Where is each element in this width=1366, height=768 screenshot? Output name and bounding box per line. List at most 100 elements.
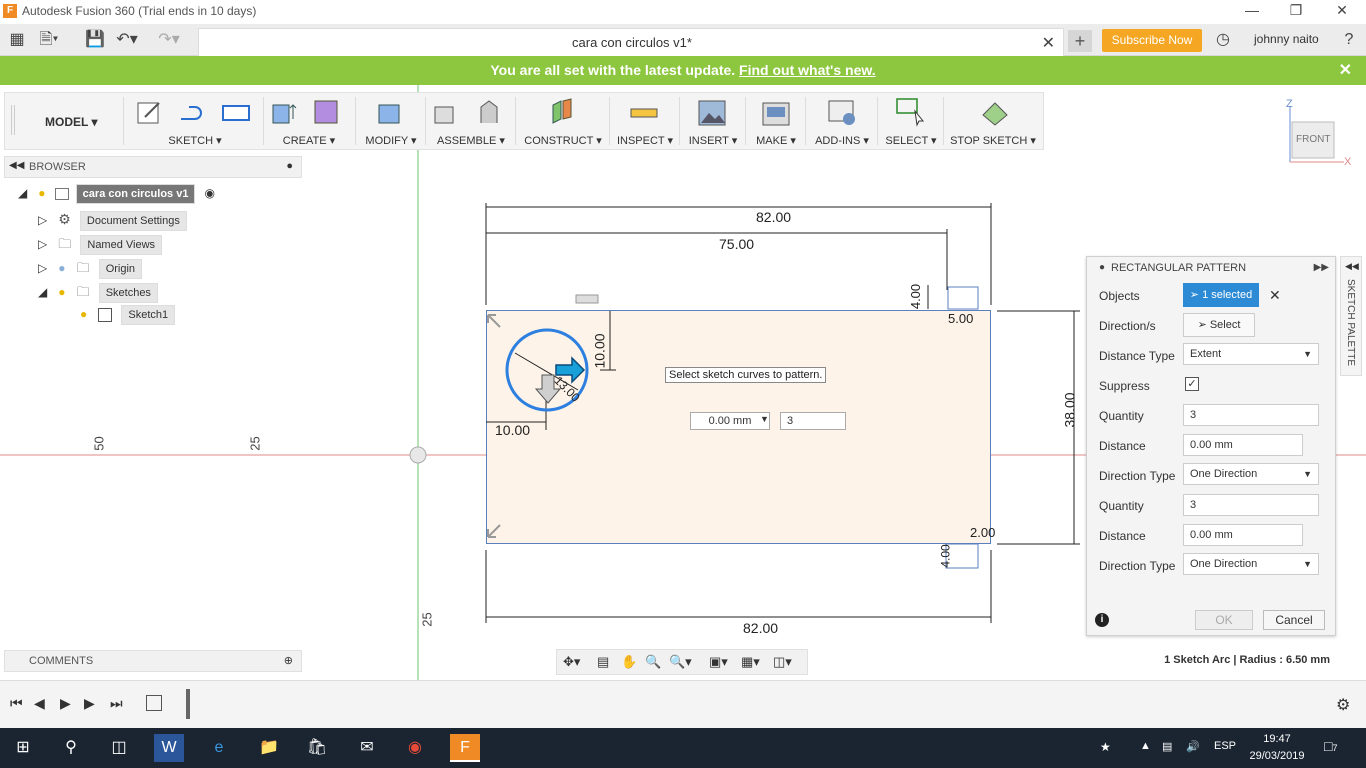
modify-group[interactable]: MODIFY ▾ <box>357 93 425 149</box>
quantity2-input[interactable]: 3 <box>1183 494 1319 516</box>
palette-expand-icon[interactable]: ◀◀ <box>1345 261 1359 272</box>
dim-right-height[interactable]: 38.00 <box>1062 392 1078 427</box>
distance2-input[interactable]: 0.00 mm <box>1183 524 1303 546</box>
inspect-group[interactable]: INSPECT ▾ <box>611 93 679 149</box>
mail-icon[interactable]: ✉ <box>352 734 382 762</box>
job-status-icon[interactable]: ◷ <box>1212 30 1234 50</box>
browser-item-named-views[interactable]: ▷ 🗀 Named Views <box>38 235 163 257</box>
close-banner-icon[interactable]: ✕ <box>1339 60 1352 80</box>
app-grid-icon[interactable]: ▦ <box>6 30 28 50</box>
sketch-palette-tab[interactable]: ◀◀ SKETCH PALETTE <box>1340 256 1362 376</box>
volume-icon[interactable]: 🔊 <box>1186 740 1200 753</box>
objects-select-button[interactable]: ➢ 1 selected <box>1183 283 1259 307</box>
collapse-browser-icon[interactable]: ◀◀ <box>9 160 24 171</box>
dim-top-inner[interactable]: 75.00 <box>719 236 754 252</box>
browser-item-label[interactable]: Origin <box>98 259 143 279</box>
browser-item-label[interactable]: Sketch1 <box>121 305 176 325</box>
quantity1-input[interactable]: 3 <box>1183 404 1319 426</box>
create-group[interactable]: CREATE ▾ <box>265 93 353 149</box>
dim-corner-top-h[interactable]: 5.00 <box>948 311 973 326</box>
browser-item-label[interactable]: Named Views <box>80 235 163 255</box>
file-explorer-icon[interactable]: 📁 <box>254 734 284 762</box>
visibility-bulb-icon[interactable]: ● <box>80 307 87 321</box>
store-icon[interactable]: 🛍 <box>302 734 332 762</box>
clock[interactable]: 19:47 29/03/2019 <box>1246 731 1308 765</box>
make-group[interactable]: MAKE ▾ <box>747 93 805 149</box>
people-icon[interactable]: ★ <box>1100 740 1111 754</box>
tray-expand-icon[interactable]: ▲ <box>1140 740 1151 752</box>
sketch-group[interactable]: SKETCH ▾ <box>129 93 261 149</box>
save-icon[interactable]: 💾 <box>84 30 106 50</box>
panel-header[interactable]: ● RECTANGULAR PATTERN ▶▶ <box>1087 257 1337 279</box>
info-icon[interactable]: i <box>1095 613 1109 627</box>
new-tab-button[interactable]: + <box>1068 30 1092 52</box>
browser-item-label[interactable]: Document Settings <box>79 211 187 231</box>
grid-icon[interactable]: ▦▾ <box>741 654 760 670</box>
expand-icon[interactable]: ▷ <box>38 237 47 251</box>
undo-icon[interactable]: ↶▾ <box>116 30 138 50</box>
go-to-start-icon[interactable]: ⏮ <box>10 695 23 712</box>
distance-dropdown-icon[interactable]: ▼ <box>760 414 769 424</box>
fusion-taskbar-icon[interactable]: F <box>450 734 480 762</box>
browser-item-sketches[interactable]: ◢ ● 🗀 Sketches <box>38 283 158 305</box>
timeline-sketch-icon[interactable] <box>146 695 162 711</box>
language-indicator[interactable]: ESP <box>1214 740 1236 752</box>
expand-icon[interactable]: ▷ <box>38 213 47 227</box>
browser-item-document-settings[interactable]: ▷ ⚙ Document Settings <box>38 211 187 233</box>
panel-collapse-icon[interactable]: ● <box>1099 262 1105 273</box>
maximize-button[interactable]: ❐ <box>1286 2 1306 20</box>
visibility-bulb-icon[interactable]: ● <box>58 261 65 275</box>
root-label[interactable]: cara con circulos v1 <box>75 184 196 204</box>
browser-item-origin[interactable]: ▷ ● 🗀 Origin <box>38 259 143 281</box>
close-tab-icon[interactable]: ✕ <box>1042 33 1055 53</box>
insert-group[interactable]: INSERT ▾ <box>681 93 745 149</box>
subscribe-button[interactable]: Subscribe Now <box>1102 29 1202 52</box>
browser-item-sketch1[interactable]: ● Sketch1 <box>80 305 176 329</box>
browser-header[interactable]: ◀◀ BROWSER ● <box>4 156 302 178</box>
quantity-input[interactable]: 3 <box>780 412 846 430</box>
distance-type-dropdown[interactable]: Extent ▼ <box>1183 343 1319 365</box>
stop-sketch-group[interactable]: STOP SKETCH ▾ <box>945 93 1041 149</box>
help-icon[interactable]: ? <box>1338 30 1360 50</box>
distance-input[interactable]: 0.00 mm <box>690 412 770 430</box>
timeline-settings-icon[interactable]: ⚙ <box>1336 695 1350 715</box>
browser-toggle-icon[interactable]: ● <box>286 160 293 172</box>
file-menu-icon[interactable]: 🗎▾ <box>38 30 60 50</box>
viewports-icon[interactable]: ◫▾ <box>773 654 792 670</box>
step-back-icon[interactable]: ◀ <box>34 695 45 712</box>
collapse-icon[interactable]: ◢ <box>38 285 47 299</box>
visibility-bulb-icon[interactable]: ● <box>58 285 65 299</box>
close-window-button[interactable]: ✕ <box>1332 2 1352 20</box>
edge-icon[interactable]: e <box>204 734 234 762</box>
workspace-switcher[interactable]: MODEL ▾ <box>45 115 97 129</box>
browser-root[interactable]: ◢ ● cara con circulos v1 ◉ <box>18 184 215 208</box>
look-at-icon[interactable]: ▤ <box>597 654 609 670</box>
construct-group[interactable]: CONSTRUCT ▾ <box>517 93 609 149</box>
banner-link[interactable]: Find out what's new. <box>739 62 876 78</box>
display-settings-icon[interactable]: ▣▾ <box>709 654 728 670</box>
select-group[interactable]: SELECT ▾ <box>879 93 943 149</box>
orbit-icon[interactable]: ✥▾ <box>563 654 580 670</box>
panel-expand-icon[interactable]: ▶▶ <box>1314 262 1329 273</box>
browser-item-label[interactable]: Sketches <box>98 283 158 303</box>
dim-left-offset[interactable]: 10.00 <box>495 422 530 438</box>
zoom-icon[interactable]: 🔍 <box>645 654 661 670</box>
task-view-icon[interactable]: ◫ <box>104 734 134 762</box>
activate-icon[interactable]: ◉ <box>205 186 215 200</box>
direction-select-button[interactable]: ➢ Select <box>1183 313 1255 337</box>
expand-icon[interactable]: ◢ <box>18 186 27 200</box>
step-forward-icon[interactable]: ▶ <box>84 695 95 712</box>
redo-icon[interactable]: ↷▾ <box>158 30 180 50</box>
dir-type2-dropdown[interactable]: One Direction ▼ <box>1183 553 1319 575</box>
start-icon[interactable]: ⊞ <box>8 734 38 762</box>
search-icon[interactable]: ⚲ <box>56 734 86 762</box>
word-icon[interactable]: W <box>154 734 184 762</box>
clear-selection-icon[interactable]: ✕ <box>1269 287 1281 304</box>
go-to-end-icon[interactable]: ⏭ <box>110 695 123 712</box>
chrome-icon[interactable]: ◉ <box>400 734 430 762</box>
dir-type1-dropdown[interactable]: One Direction ▼ <box>1183 463 1319 485</box>
notification-icon[interactable]: □7 <box>1324 738 1337 754</box>
fit-icon[interactable]: 🔍▾ <box>669 654 692 670</box>
play-icon[interactable]: ▶ <box>60 695 71 712</box>
assemble-group[interactable]: ASSEMBLE ▾ <box>427 93 515 149</box>
